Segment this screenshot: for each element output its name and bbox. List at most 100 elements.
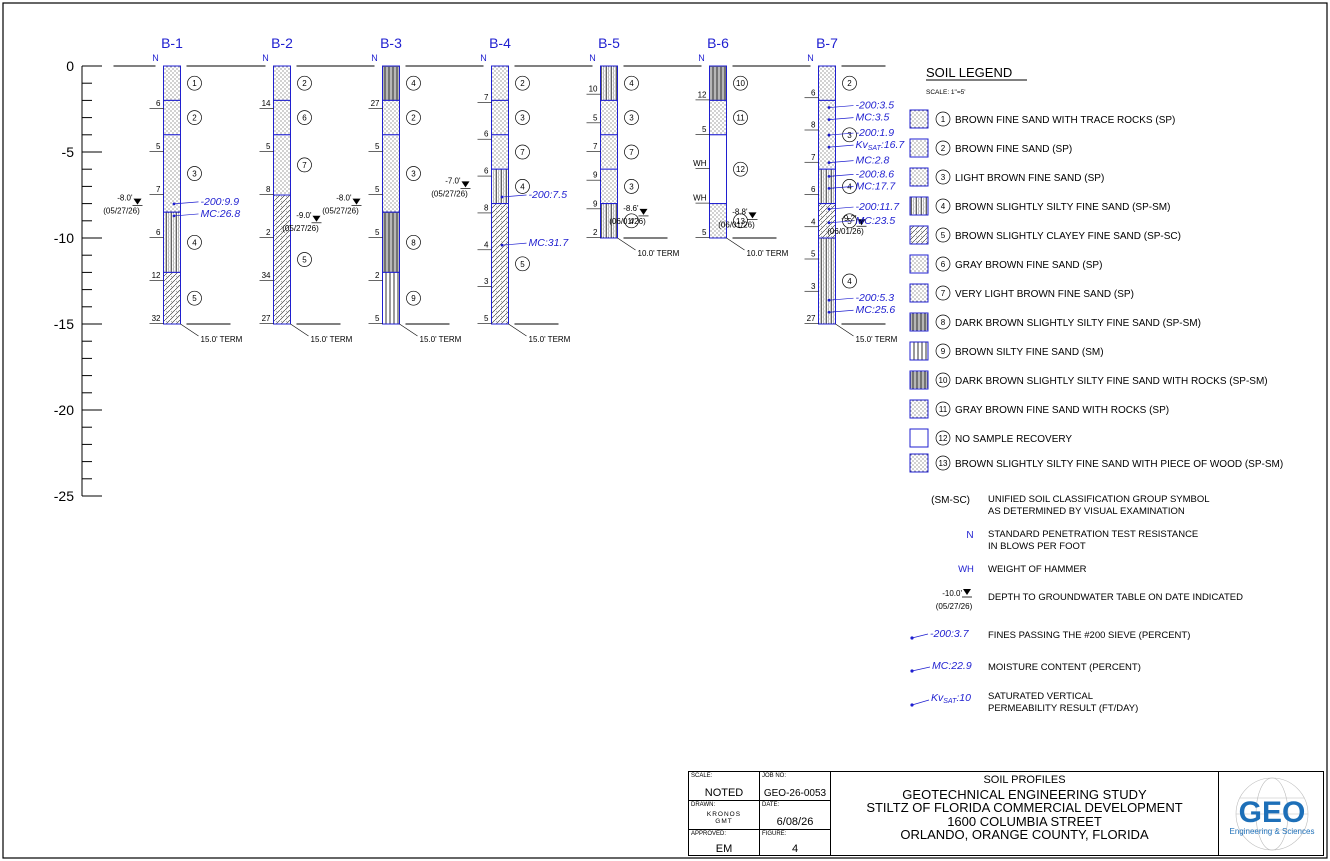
lab-result: -200:1.9 <box>856 127 895 139</box>
kv-desc-line2: PERMEABILITY RESULT (FT/DAY) <box>988 703 1138 714</box>
water-depth: -7.0' <box>445 176 461 185</box>
lab-result: KvSAT:16.7 <box>856 139 906 152</box>
spt-n-value: 6 <box>484 167 489 176</box>
legend-swatch <box>909 196 929 216</box>
spt-n-value: 7 <box>811 153 816 162</box>
tb-approved-label: APPROVED: <box>691 831 727 837</box>
termination-label: 15.0' TERM <box>311 335 353 344</box>
spt-n-value: 7 <box>484 93 489 102</box>
soil-layer <box>818 65 836 101</box>
termination-label: 15.0' TERM <box>420 335 462 344</box>
legend-swatch <box>909 254 929 274</box>
legend-desc: GRAY BROWN FINE SAND (SP) <box>955 260 1102 271</box>
legend-desc: DARK BROWN SLIGHTLY SILTY FINE SAND WITH… <box>955 376 1268 387</box>
water-date: (06/01/26) <box>718 220 755 229</box>
layer-number: 5 <box>192 294 197 303</box>
layer-number: 2 <box>302 79 307 88</box>
wh-desc: WEIGHT OF HAMMER <box>988 564 1087 575</box>
lab-result: MC:26.8 <box>201 208 241 220</box>
soil-layer <box>163 65 181 101</box>
termination-label: 15.0' TERM <box>856 335 898 344</box>
soil-layer <box>273 99 291 136</box>
legend-item-9: 9 BROWN SILTY FINE SAND (SM) <box>909 341 1104 361</box>
water-depth: -8.0' <box>336 194 352 203</box>
tb-figure-value: 4 <box>791 843 799 855</box>
tb-approved-cell: APPROVED: EM <box>689 830 760 856</box>
legend-item-8: 8 DARK BROWN SLIGHTLY SILTY FINE SAND (SP… <box>909 312 1201 332</box>
layer-number: 12 <box>736 165 745 174</box>
uscs-symbol: (SM-SC) <box>931 495 970 506</box>
water-table-icon <box>461 181 470 188</box>
legend-number: 10 <box>939 376 948 385</box>
layer-number: 2 <box>192 114 197 123</box>
legend-number: 12 <box>939 434 948 443</box>
spt-n-value: 27 <box>807 314 816 323</box>
layer-number: 3 <box>411 170 416 179</box>
boring-id: B-1 <box>161 35 183 51</box>
boring-logs: B-1N1234565761232-8.0'(05/27/26)15.0' TE… <box>103 35 905 344</box>
legend-item-3: 3 LIGHT BROWN FINE SAND (SP) <box>909 167 1104 187</box>
legend-number: 13 <box>939 459 948 468</box>
boring-id: B-5 <box>598 35 620 51</box>
tb-job-label: JOB NO: <box>762 773 787 779</box>
layer-number: 4 <box>520 182 525 191</box>
spt-n-value: 6 <box>811 185 816 194</box>
layer-number: 7 <box>520 148 525 157</box>
legend-symbols: (SM-SC) UNIFIED SOIL CLASSIFICATION GROU… <box>910 494 1243 714</box>
legend-swatch <box>909 225 929 245</box>
spt-n-value: 2 <box>593 228 598 237</box>
legend-desc: BROWN SILTY FINE SAND (SM) <box>955 347 1104 358</box>
legend-desc: LIGHT BROWN FINE SAND (SP) <box>955 173 1104 184</box>
lab-result: -200:5.3 <box>856 292 895 304</box>
tb-date-cell: DATE: 6/08/26 <box>760 801 831 830</box>
legend-scale: SCALE: 1"=5' <box>926 89 966 96</box>
spt-n-value: 5 <box>484 314 489 323</box>
legend-desc: BROWN SLIGHTLY CLAYEY FINE SAND (SP-SC) <box>955 231 1181 242</box>
spt-n-symbol: N <box>966 530 973 541</box>
tb-project-title: SOIL PROFILES GEOTECHNICAL ENGINEERING S… <box>831 772 1219 856</box>
spt-n-value: 6 <box>156 99 161 108</box>
soil-layer <box>163 211 181 273</box>
axis-tick-label: -10 <box>54 230 74 246</box>
lab-result: -200:9.9 <box>201 196 240 208</box>
layer-number: 4 <box>192 238 197 247</box>
legend-number: 7 <box>941 289 946 298</box>
n-header: N <box>152 53 159 63</box>
water-depth: -8.8' <box>732 207 748 216</box>
boring-b-1: B-1N1234565761232-8.0'(05/27/26)15.0' TE… <box>103 35 242 344</box>
layer-number: 9 <box>411 294 416 303</box>
lab-result: MC:31.7 <box>529 237 570 249</box>
legend-desc: DARK BROWN SLIGHTLY SILTY FINE SAND (SP-… <box>955 318 1201 329</box>
soil-layer <box>491 168 509 205</box>
water-date: (05/27/26) <box>282 224 319 233</box>
logo-subtitle: Engineering & Sciences <box>1230 827 1315 836</box>
spt-n-value: WH <box>693 159 707 168</box>
legend-swatch <box>909 370 929 390</box>
fines-symbol: -200:3.7 <box>930 628 970 640</box>
spt-n-value: 12 <box>152 271 161 280</box>
spt-n-value: 2 <box>266 228 271 237</box>
water-date: (05/27/26) <box>103 207 140 216</box>
n-header: N <box>480 53 487 63</box>
n-header: N <box>371 53 378 63</box>
lab-result: MC:3.5 <box>856 112 890 124</box>
termination-label: 15.0' TERM <box>201 335 243 344</box>
layer-number: 3 <box>520 114 525 123</box>
water-table-icon <box>312 215 321 222</box>
soil-layer <box>491 99 509 136</box>
legend-item-2: 2 BROWN FINE SAND (SP) <box>909 138 1072 158</box>
water-table-icon <box>352 198 361 205</box>
layer-number: 1 <box>192 79 197 88</box>
spt-n-value: 5 <box>702 125 707 134</box>
soil-layer <box>163 134 181 213</box>
tb-scale-label: SCALE: <box>691 773 713 779</box>
spt-n-value: 8 <box>811 121 816 130</box>
tb-scale-cell: SCALE: NOTED <box>689 772 760 801</box>
legend-swatch <box>909 453 929 473</box>
termination-leader <box>726 237 745 251</box>
soil-layer <box>818 237 836 325</box>
legend-number: 11 <box>939 405 948 414</box>
soil-layer <box>273 134 291 196</box>
tb-drawn-label: DRAWN: <box>691 802 716 808</box>
legend-item-5: 5 BROWN SLIGHTLY CLAYEY FINE SAND (SP-SC) <box>909 225 1181 245</box>
